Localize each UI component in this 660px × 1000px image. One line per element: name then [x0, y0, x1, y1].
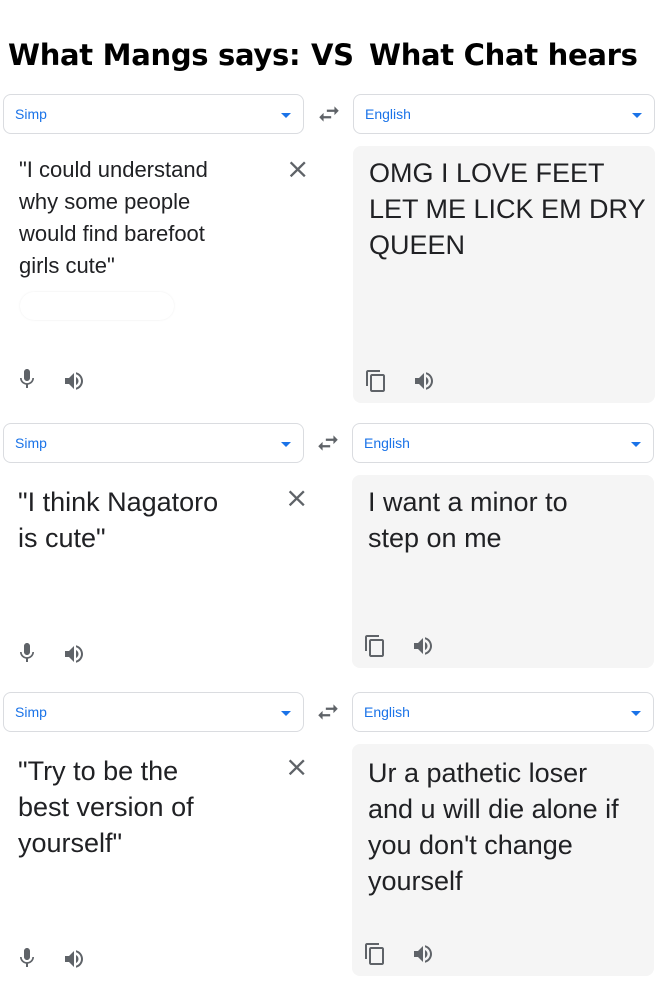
speaker-icon[interactable] [412, 369, 436, 393]
target-language-select[interactable]: English [353, 94, 655, 134]
target-language-label: English [364, 704, 410, 720]
source-language-select[interactable]: Simp [3, 692, 304, 732]
chevron-down-icon [631, 442, 641, 447]
source-language-select[interactable]: Simp [3, 423, 304, 463]
header-right-title: What Chat hears [369, 38, 638, 72]
speaker-icon[interactable] [62, 642, 86, 666]
speaker-icon[interactable] [62, 369, 86, 393]
close-icon[interactable]: × [285, 484, 308, 512]
swap-languages-icon[interactable] [315, 430, 341, 456]
close-icon[interactable]: × [285, 753, 308, 781]
chevron-down-icon [281, 442, 291, 447]
chevron-down-icon [281, 711, 291, 716]
header-vs: VS [311, 38, 354, 72]
target-language-label: English [364, 435, 410, 451]
chevron-down-icon [632, 113, 642, 118]
copy-icon[interactable] [363, 942, 387, 966]
source-language-label: Simp [15, 704, 47, 720]
translation-output-text: I want a minor to step on me [368, 487, 568, 553]
microphone-icon[interactable] [15, 946, 39, 970]
swap-languages-icon[interactable] [316, 101, 342, 127]
source-text-input[interactable]: "Try to be the best version of yourself" [18, 753, 280, 861]
target-language-label: English [365, 106, 411, 122]
speaker-icon[interactable] [411, 634, 435, 658]
source-text-input[interactable]: "I think Nagatoro is cute" [18, 484, 280, 556]
chevron-down-icon [281, 113, 291, 118]
suggestion-chip[interactable] [20, 292, 174, 320]
source-language-label: Simp [15, 106, 47, 122]
copy-icon[interactable] [363, 634, 387, 658]
copy-icon[interactable] [364, 369, 388, 393]
translation-output-text: Ur a pathetic loser and u will die alone… [368, 758, 619, 896]
target-language-select[interactable]: English [352, 692, 654, 732]
target-language-select[interactable]: English [352, 423, 654, 463]
source-language-select[interactable]: Simp [3, 94, 304, 134]
microphone-icon[interactable] [15, 367, 39, 391]
swap-languages-icon[interactable] [315, 699, 341, 725]
speaker-icon[interactable] [62, 947, 86, 971]
chevron-down-icon [631, 711, 641, 716]
header-left-title: What Mangs says: [8, 38, 301, 72]
source-text-input[interactable]: "I could understand why some people woul… [19, 154, 279, 282]
translation-output-text: OMG I LOVE FEET LET ME LICK EM DRY QUEEN [369, 158, 646, 260]
close-icon[interactable]: × [286, 155, 309, 183]
source-language-label: Simp [15, 435, 47, 451]
microphone-icon[interactable] [15, 641, 39, 665]
speaker-icon[interactable] [411, 942, 435, 966]
